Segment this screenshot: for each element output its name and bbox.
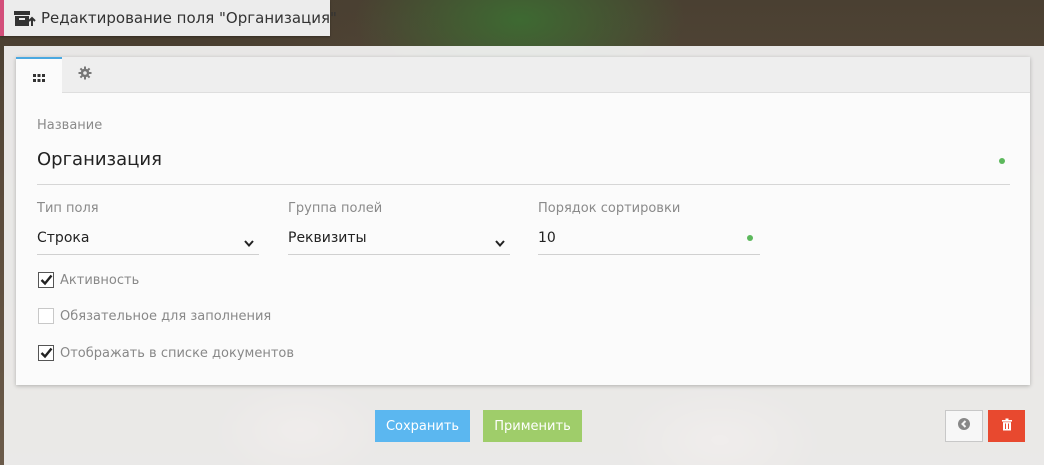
form-card: Название Организация Тип поля Строка Гру… (16, 57, 1030, 385)
field-group-underline (288, 254, 510, 255)
field-type-label: Тип поля (37, 201, 99, 216)
field-group-label: Группа полей (288, 201, 383, 216)
back-button[interactable] (945, 410, 983, 442)
sort-order-underline (538, 254, 760, 255)
chevron-down-icon (494, 234, 506, 248)
back-arrow-icon (957, 417, 971, 435)
grid-icon (33, 67, 45, 86)
gear-icon (78, 65, 92, 84)
window-title: Редактирование поля "Организация" (41, 9, 337, 27)
checkbox-required-label: Обязательное для заполнения (60, 308, 272, 324)
checkbox-show-in-list-box[interactable] (38, 345, 54, 361)
tab-bar (16, 57, 1030, 93)
trash-icon (1001, 418, 1013, 435)
checkbox-required[interactable]: Обязательное для заполнения (38, 308, 271, 324)
sort-order-label: Порядок сортировки (538, 201, 681, 216)
check-icon (40, 347, 53, 359)
tab-settings[interactable] (62, 57, 108, 92)
save-button[interactable]: Сохранить (375, 410, 470, 442)
name-input[interactable]: Организация (37, 149, 162, 170)
checkbox-active-box[interactable] (38, 272, 54, 288)
checkbox-required-box[interactable] (38, 308, 54, 324)
checkbox-show-in-list[interactable]: Отображать в списке документов (38, 345, 294, 361)
sort-order-input[interactable]: 10 (538, 230, 556, 246)
delete-button[interactable] (988, 410, 1025, 442)
field-type-value: Строка (37, 230, 90, 246)
name-status-dot (999, 158, 1005, 164)
archive-upload-icon (13, 8, 37, 28)
check-icon (40, 274, 53, 286)
checkbox-active-label: Активность (60, 272, 140, 288)
checkbox-active[interactable]: Активность (38, 272, 139, 288)
chevron-down-icon (243, 234, 255, 248)
apply-button[interactable]: Применить (483, 410, 582, 442)
tab-general[interactable] (16, 57, 62, 93)
name-underline (37, 184, 1010, 185)
field-group-value: Реквизиты (288, 230, 367, 246)
main-panel: Название Организация Тип поля Строка Гру… (4, 46, 1044, 465)
window-title-bar: Редактирование поля "Организация" (0, 0, 337, 36)
checkbox-show-in-list-label: Отображать в списке документов (60, 345, 295, 361)
name-label: Название (37, 118, 103, 133)
field-type-underline (37, 254, 259, 255)
sort-order-status-dot (747, 235, 753, 241)
